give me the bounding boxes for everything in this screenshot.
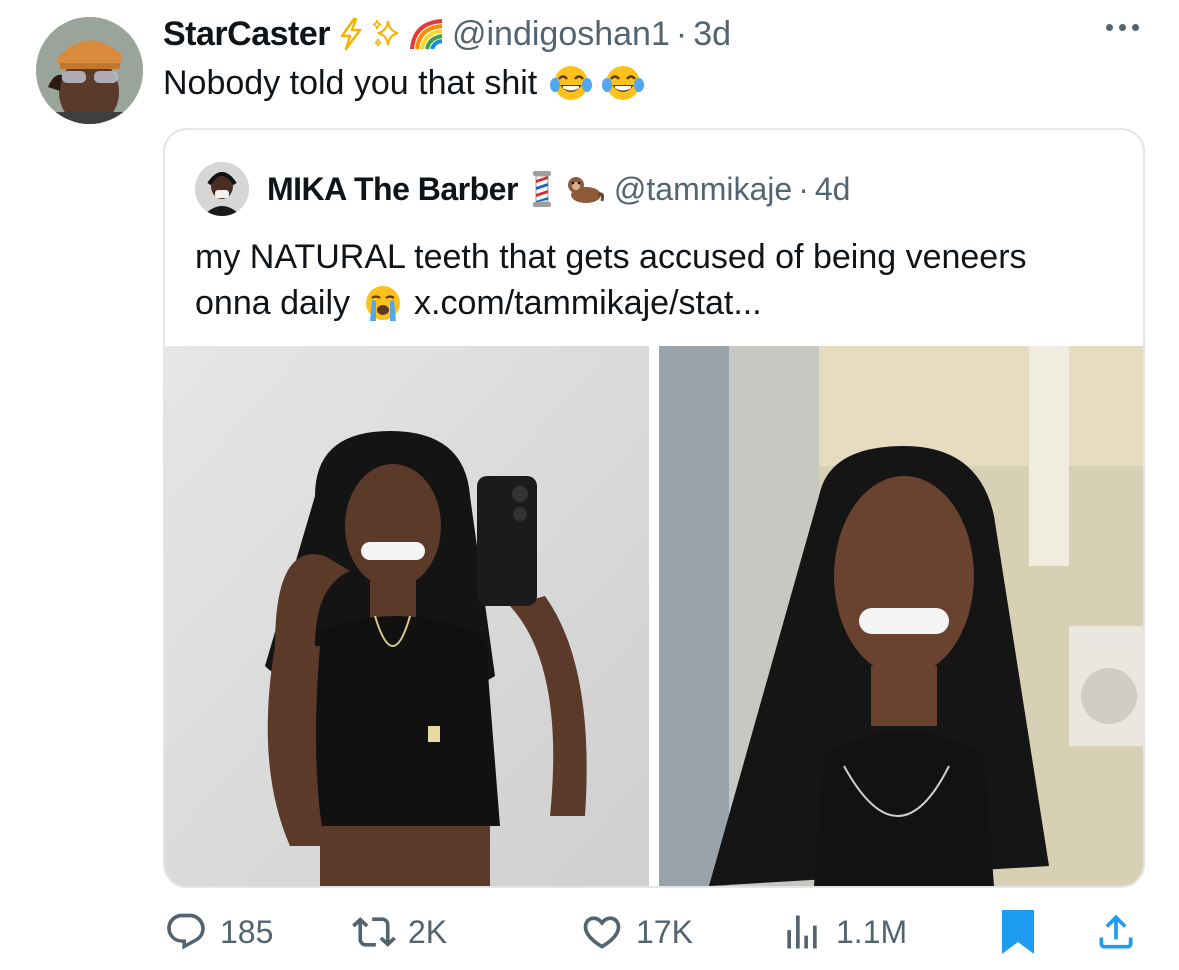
mirror-selfie-photo[interactable] <box>165 346 649 886</box>
views-count: 1.1M <box>836 913 908 950</box>
otter-icon <box>567 177 604 203</box>
bookmark-button[interactable] <box>998 904 1038 960</box>
separator: · <box>675 14 688 53</box>
repost-count: 2K <box>408 913 448 950</box>
quoted-tweet-link[interactable]: x.com/tammikaje/stat... <box>414 280 762 326</box>
repost-icon <box>352 917 396 947</box>
more-dot-icon <box>1119 24 1126 31</box>
quoted-tweet[interactable]: MIKA The Barber @tammikaje · 4d my NATUR… <box>163 128 1145 888</box>
heart-icon <box>583 916 621 949</box>
views-icon <box>787 915 817 949</box>
author-badges <box>336 17 444 51</box>
quoted-text-line2-prefix: onna daily <box>195 284 351 322</box>
share-icon <box>1099 914 1133 949</box>
reply-count: 185 <box>220 913 274 950</box>
post-time[interactable]: 3d <box>693 15 731 54</box>
more-dot-icon <box>1106 24 1113 31</box>
repost-button[interactable]: 2K <box>352 904 447 960</box>
author-handle[interactable]: @indigoshan1 <box>452 15 670 54</box>
smiling-selfie-photo[interactable] <box>659 346 1143 886</box>
quoted-text-line1: my NATURAL teeth that gets accused of be… <box>195 238 1027 276</box>
tweet-header: StarCaster @indigoshan1 · 3d <box>163 14 731 54</box>
sparkles-icon <box>372 19 399 47</box>
more-options-button[interactable] <box>1106 24 1139 31</box>
quoted-author-handle[interactable]: @tammikaje <box>614 171 792 208</box>
quoted-author-name[interactable]: MIKA The Barber <box>267 171 518 208</box>
author-avatar[interactable] <box>36 17 143 124</box>
barber-pole-icon <box>532 171 551 207</box>
quoted-text-line2: onna daily x.com/tammikaje/stat... <box>195 280 1125 326</box>
loudly-crying-emoji <box>366 286 401 321</box>
tears-of-joy-emoji <box>550 66 593 100</box>
author-name[interactable]: StarCaster <box>163 15 330 54</box>
reply-icon <box>167 913 205 950</box>
more-dot-icon <box>1132 24 1139 31</box>
quoted-tweet-header: MIKA The Barber @tammikaje · 4d <box>195 162 850 216</box>
tears-of-joy-emoji <box>602 66 645 100</box>
quoted-separator: · <box>798 170 809 207</box>
tweet-text-content: Nobody told you that shit <box>163 64 538 102</box>
bookmark-icon <box>1002 910 1034 954</box>
like-count: 17K <box>636 913 693 950</box>
rainbow-icon <box>409 19 443 50</box>
views-button[interactable]: 1.1M <box>780 904 907 960</box>
quoted-author-badges <box>528 170 604 208</box>
like-button[interactable]: 17K <box>580 904 693 960</box>
share-button[interactable] <box>1094 904 1138 960</box>
tweet-text: Nobody told you that shit <box>163 62 645 104</box>
quoted-author-avatar[interactable] <box>195 162 249 216</box>
quoted-post-time[interactable]: 4d <box>815 171 851 208</box>
lightning-icon <box>340 17 362 51</box>
quoted-tweet-text: my NATURAL teeth that gets accused of be… <box>195 234 1125 326</box>
action-bar: 185 2K 17K 1.1M <box>160 904 1150 960</box>
reply-button[interactable]: 185 <box>164 904 273 960</box>
